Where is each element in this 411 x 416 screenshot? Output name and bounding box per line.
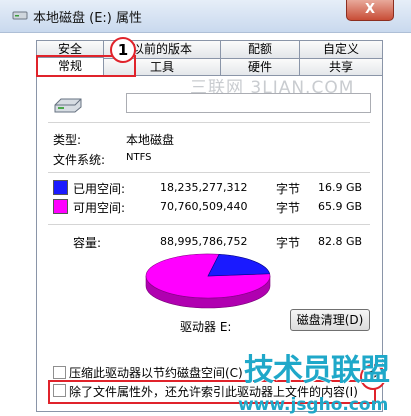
used-space-label: 已用空间: (73, 182, 126, 196)
used-space-swatch (53, 180, 68, 195)
title-bar: 本地磁盘 (E:) 属性 X (0, 0, 411, 33)
capacity-label: 容量: (73, 236, 102, 250)
compress-checkbox[interactable] (53, 366, 66, 379)
disk-usage-pie (145, 253, 271, 309)
free-space-bytes: 70,760,509,440 (160, 200, 248, 213)
filesystem-label: 文件系统: (53, 153, 106, 167)
tab-customize[interactable]: 自定义 (299, 40, 383, 58)
free-space-unit: 字节 (276, 201, 301, 215)
capacity-gb: 82.8 GB (318, 235, 363, 248)
free-space-label: 可用空间: (73, 201, 126, 215)
free-space-gb: 65.9 GB (318, 200, 363, 213)
compress-option-label: 压缩此驱动器以节约磁盘空间(C) (69, 366, 243, 380)
type-value: 本地磁盘 (126, 133, 175, 147)
site-url: www.jsgho.com (238, 395, 389, 415)
capacity-bytes: 88,995,786,752 (160, 235, 248, 248)
tab-quota[interactable]: 配额 (220, 40, 300, 58)
close-button[interactable]: X (346, 0, 394, 21)
separator (48, 122, 370, 123)
separator (48, 172, 370, 173)
capacity-unit: 字节 (276, 236, 301, 250)
window-title: 本地磁盘 (E:) 属性 (33, 11, 143, 26)
used-space-unit: 字节 (276, 182, 301, 196)
annotation-marker-1: 1 (110, 37, 136, 63)
used-space-bytes: 18,235,277,312 (160, 181, 248, 194)
drive-letter-label: 驱动器 E: (180, 320, 232, 334)
pie-slice-used (207, 254, 271, 277)
filesystem-value: NTFS (126, 152, 152, 163)
drive-icon (12, 11, 28, 20)
free-space-swatch (53, 199, 68, 214)
hard-drive-icon (54, 98, 82, 113)
site-logo: 技术员联盟 (244, 353, 390, 388)
type-label: 类型: (53, 133, 82, 147)
disk-cleanup-button[interactable]: 磁盘清理(D) (290, 309, 370, 331)
separator (48, 224, 370, 225)
properties-window: 本地磁盘 (E:) 属性 X 安全 以前的版本 配额 自定义 常规 工具 硬件 … (0, 0, 411, 416)
used-space-gb: 16.9 GB (318, 181, 363, 194)
volume-label-input[interactable] (126, 93, 371, 113)
